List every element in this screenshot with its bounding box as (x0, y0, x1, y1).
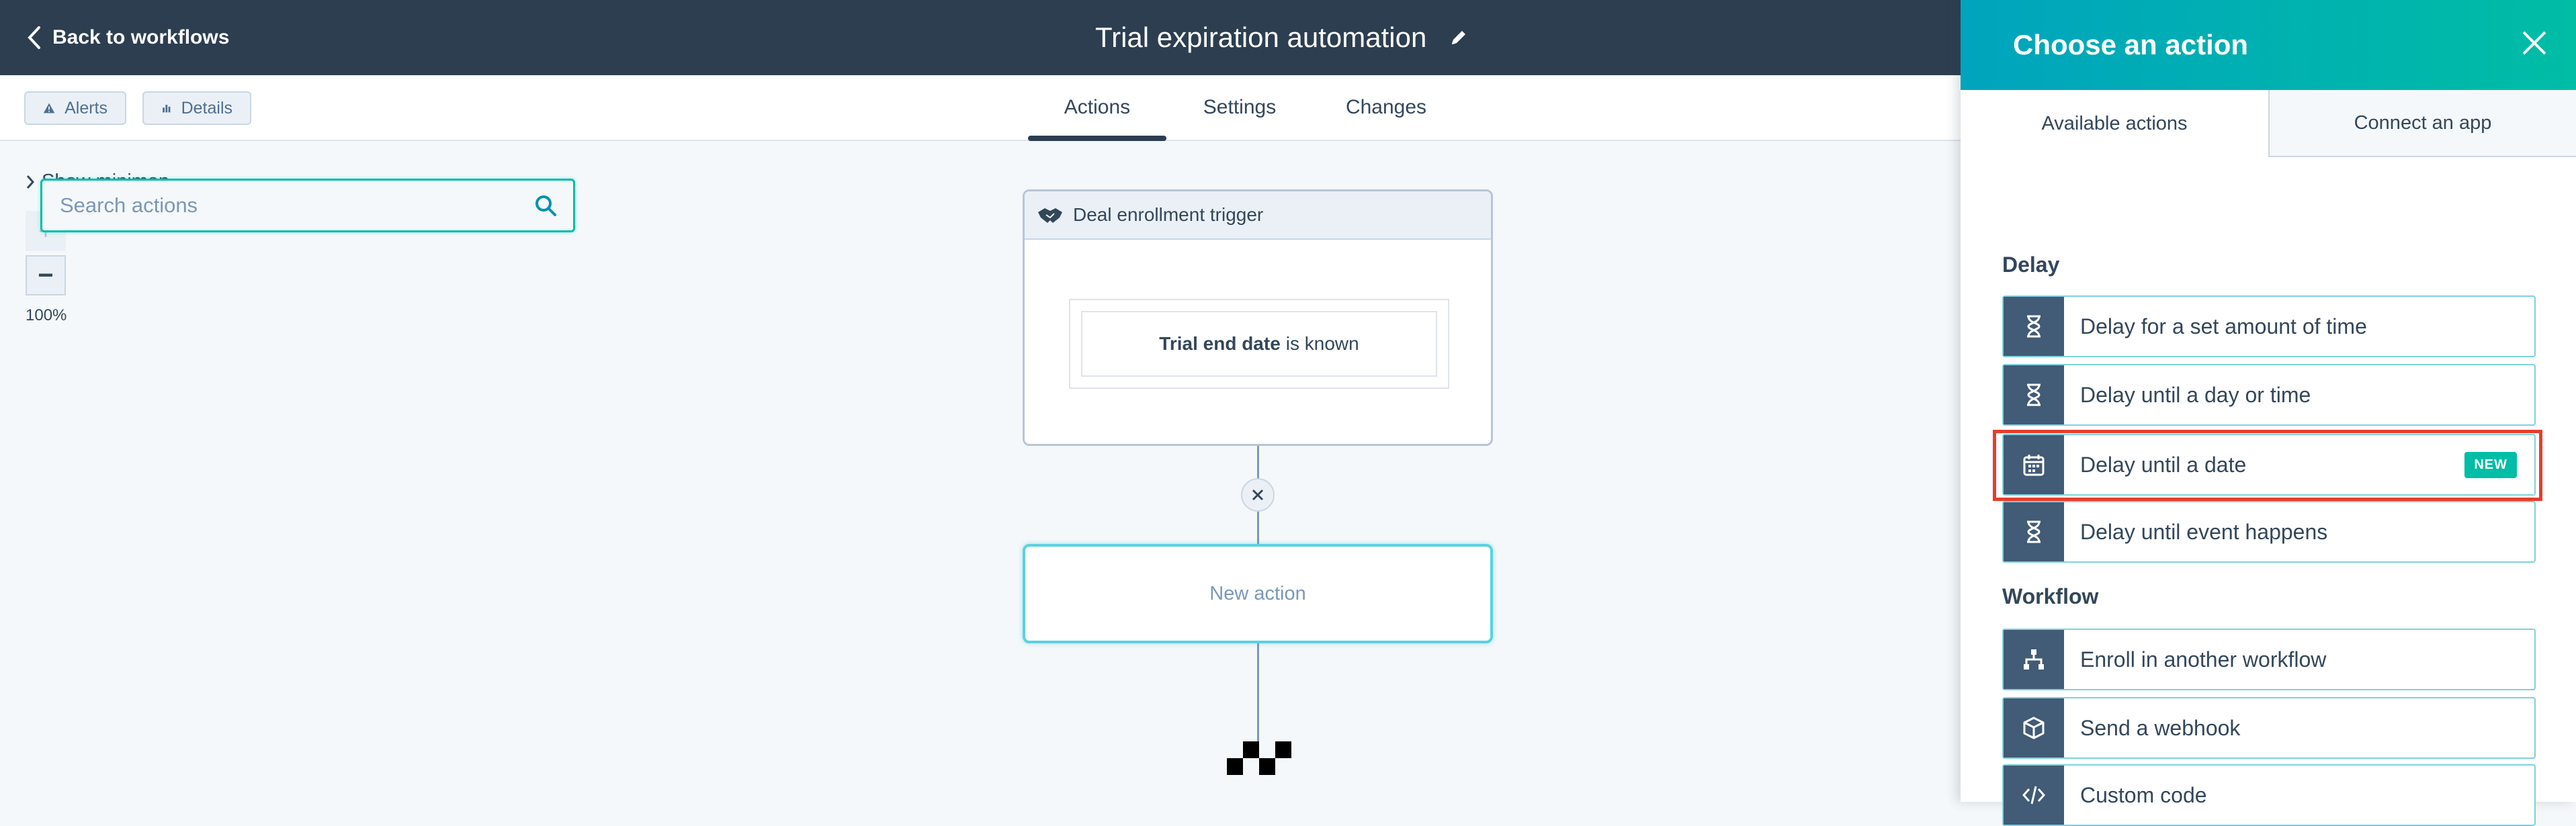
chevron-right-icon (26, 175, 35, 189)
action-delay-until-date[interactable]: Delay until a date NEW (2002, 434, 2536, 496)
trigger-criteria[interactable]: Trial end date is known (1069, 299, 1449, 389)
hourglass-icon (2027, 383, 2041, 406)
action-custom-code[interactable]: Custom code (2002, 764, 2536, 826)
sitemap-icon (2024, 649, 2044, 670)
action-enroll-workflow[interactable]: Enroll in another workflow (2002, 629, 2536, 690)
flow-connector (1257, 446, 1259, 478)
section-workflow: Workflow (2002, 584, 2099, 608)
workflow-title: Trial expiration automation (1095, 0, 1468, 75)
action-icon-box (2004, 698, 2064, 758)
cube-icon (2023, 717, 2045, 739)
new-badge: NEW (2464, 451, 2517, 478)
action-icon-box (2004, 365, 2064, 424)
warning-icon (43, 103, 55, 113)
action-icon-box (2004, 502, 2064, 561)
alerts-label: Alerts (65, 98, 108, 118)
action-send-webhook[interactable]: Send a webhook (2002, 697, 2536, 759)
panel-tabs: Available actions Connect an app (1961, 90, 2576, 157)
tab-connect-an-app-label: Connect an app (2354, 111, 2492, 134)
chevron-left-icon (28, 26, 40, 49)
action-label: Delay until event happens (2080, 519, 2328, 544)
action-label: Delay until a date (2080, 452, 2247, 477)
calendar-icon (2023, 455, 2045, 476)
details-label: Details (181, 98, 232, 118)
tab-available-actions[interactable]: Available actions (1961, 90, 2270, 157)
tab-actions-label: Actions (1064, 96, 1131, 118)
zoom-level: 100% (26, 306, 67, 324)
code-icon (2022, 786, 2046, 805)
close-panel-icon[interactable] (2520, 28, 2549, 58)
action-delay-set-amount[interactable]: Delay for a set amount of time (2002, 295, 2536, 357)
action-icon-box (2004, 630, 2064, 689)
back-to-workflows-link[interactable]: Back to workflows (27, 0, 229, 75)
action-label: Delay for a set amount of time (2080, 314, 2367, 338)
action-label: Send a webhook (2080, 715, 2241, 740)
flow-connector (1257, 512, 1259, 544)
search-actions-field[interactable] (40, 179, 575, 232)
enrollment-trigger-card[interactable]: Deal enrollment trigger Trial end date i… (1023, 189, 1493, 446)
tab-changes[interactable]: Changes (1316, 75, 1457, 140)
tab-changes-label: Changes (1345, 96, 1427, 118)
panel-title: Choose an action (2013, 29, 2249, 60)
delete-action-node[interactable] (1241, 478, 1275, 512)
top-header: Back to workflows Trial expiration autom… (0, 0, 1962, 75)
back-label: Back to workflows (52, 26, 230, 48)
trigger-header: Deal enrollment trigger (1025, 191, 1491, 240)
action-label: Custom code (2080, 782, 2207, 807)
workflow-toolbar: Alerts Details Actions Settings Changes (0, 75, 1962, 141)
zoom-out-button[interactable]: − (26, 255, 66, 295)
criteria-property: Trial end date (1159, 333, 1281, 354)
flow-connector (1257, 643, 1259, 741)
action-icon-box (2004, 297, 2064, 356)
trigger-title: Deal enrollment trigger (1073, 204, 1264, 225)
alerts-button[interactable]: Alerts (24, 91, 126, 125)
minus-icon: − (38, 260, 54, 290)
pencil-icon[interactable] (1449, 28, 1468, 47)
action-delay-until-event[interactable]: Delay until event happens (2002, 501, 2536, 563)
tab-settings[interactable]: Settings (1169, 75, 1310, 140)
action-icon-box (2004, 435, 2064, 494)
end-flag-icon (1227, 741, 1291, 775)
hourglass-icon (2027, 315, 2041, 338)
action-label: Delay until a day or time (2080, 382, 2311, 407)
tab-actions[interactable]: Actions (1028, 75, 1166, 141)
close-icon (1252, 489, 1264, 501)
workflow-title-text: Trial expiration automation (1095, 21, 1427, 53)
action-icon-box (2004, 766, 2064, 825)
criteria-condition: is known (1285, 333, 1359, 354)
details-button[interactable]: Details (142, 91, 251, 125)
new-action-card[interactable]: New action (1023, 544, 1493, 643)
tab-connect-an-app[interactable]: Connect an app (2270, 90, 2576, 157)
search-icon[interactable] (534, 194, 557, 217)
new-action-label: New action (1209, 582, 1306, 604)
action-label: Enroll in another workflow (2080, 647, 2327, 672)
trigger-criteria-filter: Trial end date is known (1081, 311, 1437, 377)
handshake-icon (1038, 208, 1062, 223)
tab-settings-label: Settings (1203, 96, 1277, 118)
section-delay: Delay (2002, 253, 2060, 277)
bar-chart-icon (163, 105, 171, 113)
search-actions-input[interactable] (58, 193, 534, 218)
tab-available-actions-label: Available actions (2041, 112, 2188, 134)
panel-header: Choose an action (1961, 0, 2576, 90)
action-delay-day-or-time[interactable]: Delay until a day or time (2002, 364, 2536, 426)
hourglass-icon (2027, 520, 2041, 543)
